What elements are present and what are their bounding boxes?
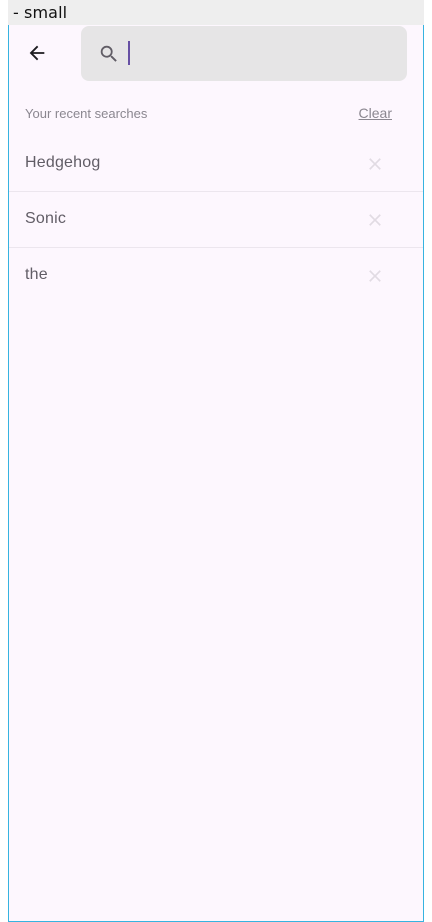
search-header — [9, 25, 423, 81]
close-icon — [369, 270, 381, 282]
close-icon — [369, 158, 381, 170]
recent-searches-title: Your recent searches — [25, 106, 148, 121]
text-cursor — [128, 41, 130, 65]
back-button[interactable] — [21, 33, 53, 73]
app-screen: Your recent searches Clear Hedgehog Soni… — [8, 25, 424, 922]
clear-button[interactable]: Clear — [359, 105, 392, 121]
recent-searches-list: Hedgehog Sonic the — [9, 136, 423, 303]
remove-search-button[interactable] — [363, 152, 387, 176]
search-input[interactable] — [127, 38, 387, 70]
recent-search-label: the — [25, 266, 48, 283]
frame-size-label: - small — [8, 0, 424, 25]
arrow-back-icon — [29, 45, 45, 61]
remove-search-button[interactable] — [363, 208, 387, 232]
search-icon — [100, 45, 117, 62]
recent-search-item[interactable]: Hedgehog — [9, 136, 423, 192]
recent-search-item[interactable]: Sonic — [9, 192, 423, 248]
remove-search-button[interactable] — [363, 264, 387, 288]
close-icon — [369, 214, 381, 226]
recent-search-item[interactable]: the — [9, 248, 423, 303]
search-bar[interactable] — [81, 26, 407, 81]
recent-searches-header: Your recent searches Clear — [9, 101, 423, 127]
recent-search-label: Sonic — [25, 210, 67, 227]
recent-search-label: Hedgehog — [25, 154, 101, 171]
